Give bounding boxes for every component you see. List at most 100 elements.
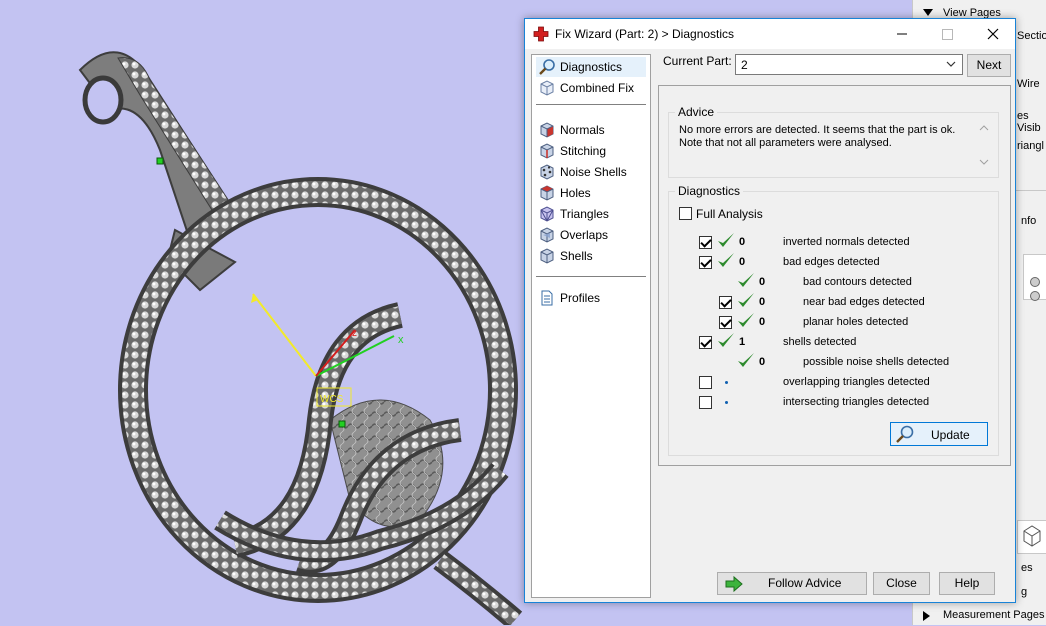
nav-item-holes[interactable]: Holes (536, 183, 646, 203)
follow-advice-button[interactable]: Follow Advice (717, 572, 867, 595)
near-bad-edges-count: 0 (759, 296, 766, 308)
minimize-icon (897, 33, 907, 35)
info-label[interactable]: nfo (1021, 215, 1036, 227)
nav-item-profiles[interactable]: Profiles (536, 288, 646, 308)
shells-cube-icon (540, 248, 554, 264)
nav-separator (536, 276, 646, 277)
planar-holes-count: 0 (759, 316, 766, 328)
collapse-arrow-icon (923, 611, 930, 621)
visible-label[interactable]: es Visib (1017, 110, 1046, 134)
diagnostics-title: Diagnostics (675, 184, 744, 198)
advice-group: Advice No more errors are detected. It s… (668, 105, 999, 178)
nav-item-normals[interactable]: Normals (536, 120, 646, 140)
update-label: Update (931, 428, 970, 442)
green-check-icon (738, 273, 754, 287)
full-analysis-checkbox[interactable] (679, 207, 692, 220)
intersecting-triangles-checkbox[interactable] (699, 396, 712, 409)
axis-x-label: x (398, 334, 404, 346)
inverted-normals-count: 0 (739, 236, 746, 248)
wire-label[interactable]: Wire (1017, 78, 1040, 90)
measurement-pages-header[interactable]: Measurement Pages (913, 606, 1046, 626)
near-bad-edges-label: near bad edges detected (803, 296, 925, 308)
cube-icon (540, 80, 554, 96)
nav-label: Shells (560, 249, 593, 263)
nav-item-triangles[interactable]: Triangles (536, 204, 646, 224)
triangle-label[interactable]: riangl (1017, 140, 1044, 152)
diagnostics-panel: Advice No more errors are detected. It s… (658, 85, 1011, 466)
scroll-arrows-icon (979, 125, 989, 165)
nav-item-diagnostics[interactable]: Diagnostics (536, 57, 646, 77)
maximize-button[interactable] (924, 19, 970, 49)
noise-shells-icon (540, 164, 554, 180)
title-bar[interactable]: Fix Wizard (Part: 2) > Diagnostics (525, 19, 1015, 49)
section-label[interactable]: Section (1017, 30, 1046, 42)
advice-line-1: No more errors are detected. It seems th… (679, 124, 956, 136)
nav-separator (536, 104, 646, 105)
pendant-bail (78, 51, 242, 292)
planar-holes-checkbox[interactable] (719, 316, 732, 329)
green-check-icon (738, 313, 754, 327)
list-fragment (1023, 254, 1046, 301)
advice-line-2: Note that not all parameters were analys… (679, 137, 892, 149)
nav-label: Noise Shells (560, 165, 627, 179)
nav-label: Profiles (560, 291, 601, 305)
nav-label: Stitching (560, 144, 607, 158)
bad-contours-count: 0 (759, 276, 766, 288)
current-part-label: Current Part: (663, 54, 732, 68)
magnifier-icon (896, 425, 914, 443)
bad-edges-label: bad edges detected (783, 256, 880, 268)
green-check-icon (738, 293, 754, 307)
advice-text: No more errors are detected. It seems th… (679, 124, 969, 150)
measurement-pages-label: Measurement Pages (943, 609, 1045, 621)
shells-label: shells detected (783, 336, 857, 348)
expand-arrow-icon (923, 9, 933, 16)
shells-count: 1 (739, 336, 746, 348)
current-part-select[interactable]: 2 (735, 54, 963, 75)
nav-label: Triangles (560, 207, 609, 221)
green-check-icon (718, 253, 734, 267)
close-window-button[interactable] (970, 19, 1016, 49)
advice-title: Advice (675, 105, 718, 119)
normals-cube-icon (540, 122, 554, 138)
bad-edges-checkbox[interactable] (699, 256, 712, 269)
intersecting-triangles-label: intersecting triangles detected (783, 396, 930, 408)
shells-checkbox[interactable] (699, 336, 712, 349)
dialog-title: Fix Wizard (Part: 2) > Diagnostics (555, 27, 735, 41)
nav-label: Diagnostics (560, 60, 623, 74)
help-button[interactable]: Help (939, 572, 995, 595)
nav-item-noise-shells[interactable]: Noise Shells (536, 162, 646, 182)
close-button[interactable]: Close (873, 572, 930, 595)
green-check-icon (718, 333, 734, 347)
minimize-button[interactable] (879, 19, 925, 49)
nav-label: Normals (560, 123, 605, 137)
holes-cube-icon (540, 185, 554, 201)
nav-item-combined-fix[interactable]: Combined Fix (536, 78, 646, 98)
wizard-navigation: Diagnostics Combined Fix Normals Stitchi… (531, 54, 651, 598)
nav-item-stitching[interactable]: Stitching (536, 141, 646, 161)
overlapping-triangles-checkbox[interactable] (699, 376, 712, 389)
bad-contours-label: bad contours detected (803, 276, 912, 288)
planar-holes-label: planar holes detected (803, 316, 909, 328)
advice-scrollbar[interactable] (976, 121, 992, 169)
triangles-cube-icon (540, 206, 554, 222)
update-button[interactable]: Update (890, 422, 988, 446)
axis-z-label: z (352, 328, 357, 339)
overlapping-triangles-label: overlapping triangles detected (783, 376, 930, 388)
red-cross-icon (533, 26, 549, 42)
nav-item-overlaps[interactable]: Overlaps (536, 225, 646, 245)
cube-view-icon[interactable] (1017, 520, 1046, 554)
es-label: es (1021, 562, 1033, 574)
near-bad-edges-checkbox[interactable] (719, 296, 732, 309)
overlaps-cube-icon (540, 227, 554, 243)
nav-label: Combined Fix (560, 81, 635, 95)
fix-wizard-dialog: Fix Wizard (Part: 2) > Diagnostics Diagn… (524, 18, 1016, 603)
noise-shells-label: possible noise shells detected (803, 356, 950, 368)
nav-label: Holes (560, 186, 591, 200)
noise-shells-count: 0 (759, 356, 766, 368)
green-check-icon (718, 233, 734, 247)
next-button[interactable]: Next (967, 54, 1011, 77)
bad-edges-count: 0 (739, 256, 746, 268)
nav-item-shells[interactable]: Shells (536, 246, 646, 266)
g-label: g (1021, 586, 1028, 598)
inverted-normals-checkbox[interactable] (699, 236, 712, 249)
